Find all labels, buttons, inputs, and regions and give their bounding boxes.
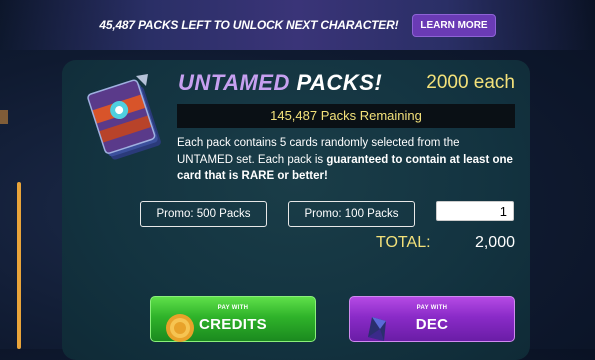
packs-remaining: 145,487 Packs Remaining bbox=[177, 104, 515, 128]
unlock-banner: 45,487 PACKS LEFT TO UNLOCK NEXT CHARACT… bbox=[0, 0, 595, 50]
total-value: 2,000 bbox=[474, 234, 515, 251]
pack-title: UNTAMED PACKS! bbox=[178, 70, 382, 96]
pay-with-label: PAY WITH bbox=[416, 305, 448, 311]
promo-500-packs-button[interactable]: Promo: 500 Packs bbox=[140, 201, 267, 227]
credits-label: CREDITS bbox=[199, 316, 267, 333]
pay-with-label: PAY WITH bbox=[217, 305, 249, 311]
pack-price: 2000 each bbox=[426, 72, 515, 93]
card-pack-icon bbox=[87, 74, 161, 160]
quantity-input[interactable] bbox=[436, 201, 514, 221]
pack-description: Each pack contains 5 cards randomly sele… bbox=[177, 135, 517, 185]
side-accent-line bbox=[17, 182, 21, 349]
pay-with-credits-button[interactable]: PAY WITH CREDITS bbox=[150, 296, 316, 342]
unlock-banner-text: 45,487 PACKS LEFT TO UNLOCK NEXT CHARACT… bbox=[99, 18, 399, 32]
promo-100-packs-button[interactable]: Promo: 100 Packs bbox=[288, 201, 415, 227]
pack-title-set: UNTAMED bbox=[178, 70, 290, 95]
pay-with-dec-button[interactable]: PAY WITH DEC bbox=[349, 296, 515, 342]
dec-label: DEC bbox=[415, 316, 449, 333]
side-decoration bbox=[0, 110, 8, 124]
total-label: TOTAL: bbox=[376, 234, 431, 251]
learn-more-button[interactable]: LEARN MORE bbox=[412, 13, 496, 37]
pack-title-packs: PACKS! bbox=[296, 70, 383, 95]
